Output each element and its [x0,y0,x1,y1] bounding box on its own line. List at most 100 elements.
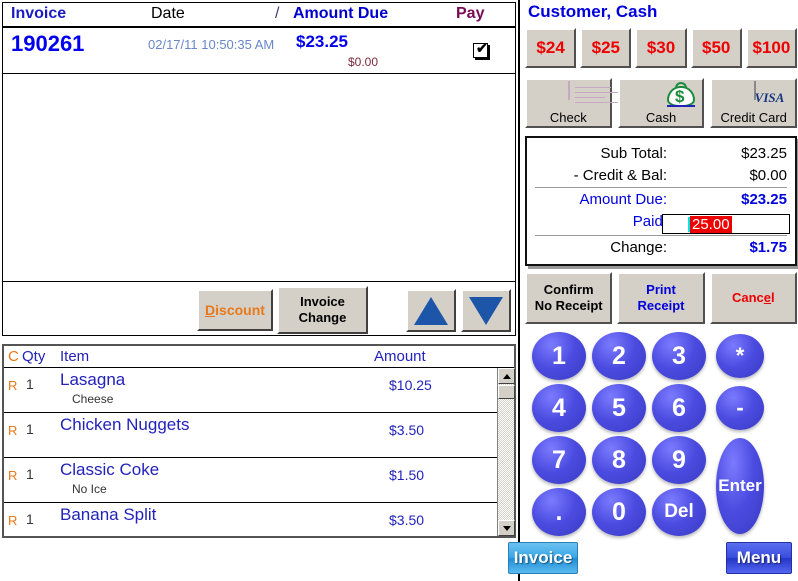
key-minus[interactable]: - [716,386,764,430]
column-header-amount-due: Amount Due [293,5,389,22]
pay-checkbox[interactable]: ✔ [473,40,488,58]
change-value: $1.75 [749,239,787,256]
row-class-marker: R [8,423,18,438]
key-5[interactable]: 5 [592,384,646,432]
row-class-marker: R [8,513,18,528]
amount-due-row: Amount Due: $23.25 [527,190,795,212]
column-header-item-amount: Amount [374,348,426,365]
column-header-qty: Qty [22,348,46,365]
column-header-c: C [8,348,19,365]
scrollbar-down-button[interactable] [498,520,515,536]
pay-with-credit-card-button[interactable]: VISA Credit Card [710,78,798,128]
column-header-item: Item [60,348,90,365]
row-item-note: No Ice [72,482,107,496]
scroll-down-button[interactable] [461,289,511,332]
credit-balance-label: - Credit & Bal: [573,167,667,184]
row-item-amount: $3.50 [389,512,425,528]
checkmark-icon: ✔ [476,40,488,56]
row-qty: 1 [26,376,34,392]
invoice-action-bar: Discount Invoice Change [3,281,515,335]
cancel-button[interactable]: Cancel [709,272,797,324]
table-row[interactable]: R 1 Banana Split $3.50 [4,503,497,536]
totals-panel: Sub Total: $23.25 - Credit & Bal: $0.00 … [525,136,797,266]
quick-cash-24-button[interactable]: $24 [525,28,577,68]
key-9[interactable]: 9 [652,436,706,484]
key-2[interactable]: 2 [592,332,646,380]
divider [535,235,787,236]
menu-nav-button[interactable]: Menu [726,542,792,574]
scrollbar-up-button[interactable] [498,368,515,384]
paid-input[interactable]: 25.00 [662,214,790,234]
quick-cash-100-button[interactable]: $100 [745,28,798,68]
visa-card-icon: VISA [753,81,784,105]
pay-check-label: Check [549,110,587,125]
pay-with-cash-button[interactable]: $ Cash [617,78,705,128]
credit-balance-row: - Credit & Bal: $0.00 [527,166,795,188]
paid-row: Paid: 25.00 [527,212,795,236]
pay-cash-label: Cash [645,110,677,125]
pos-screen: Invoice Date / Amount Due Pay 190261 02/… [0,0,798,581]
caret-up-icon [502,373,511,379]
row-item-name: Classic Coke [60,460,160,479]
table-row[interactable]: R 1 Classic Coke No Ice $1.50 [4,458,497,503]
confirm-no-receipt-button[interactable]: Confirm No Receipt [525,272,613,324]
key-4[interactable]: 4 [532,384,586,432]
invoice-empty-area [3,75,515,281]
key-0[interactable]: 0 [592,488,646,536]
key-6[interactable]: 6 [652,384,706,432]
key-7[interactable]: 7 [532,436,586,484]
cancel-post: l [771,289,775,305]
triangle-up-icon [414,296,448,325]
change-label: Change: [610,239,667,256]
key-8[interactable]: 8 [592,436,646,484]
key-enter[interactable]: Enter [716,438,764,534]
change-row: Change: $1.75 [527,238,795,260]
pay-with-check-button[interactable]: Check [525,78,626,128]
row-item-name: Chicken Nuggets [60,415,190,434]
quick-cash-25-button[interactable]: $25 [580,28,632,68]
key-3[interactable]: 3 [652,332,706,380]
row-item-note: Cheese [72,392,114,406]
line-item-column-headers: C Qty Item Amount [4,346,514,368]
pay-credit-card-label: Credit Card [720,110,787,125]
customer-title: Customer, Cash [528,2,658,21]
discount-accel-letter: D [205,302,216,318]
divider [535,187,787,188]
invoice-panel: Invoice Date / Amount Due Pay 190261 02/… [2,2,516,336]
column-header-invoice: Invoice [11,5,67,22]
invoice-change-button[interactable]: Invoice Change [277,286,368,334]
subtotal-row: Sub Total: $23.25 [527,144,795,166]
discount-button-label: Discount [205,302,265,318]
key-del[interactable]: Del [652,488,706,536]
key-1[interactable]: 1 [532,332,586,380]
discount-button[interactable]: Discount [197,289,273,331]
key-asterisk[interactable]: * [716,334,764,378]
scroll-up-button[interactable] [406,289,456,332]
invoice-number: 190261 [11,31,85,56]
credit-balance-value: $0.00 [749,167,787,184]
paid-input-value: 25.00 [690,215,732,233]
print-line1: Print [646,281,676,297]
scrollbar-thumb[interactable] [498,385,515,399]
row-qty: 1 [26,466,34,482]
payment-method-buttons: Check $ Cash VISA Credit Card [525,78,798,128]
row-qty: 1 [26,511,34,527]
cancel-accel-letter: e [763,289,772,305]
print-receipt-label: Print Receipt [638,282,685,315]
print-receipt-button[interactable]: Print Receipt [617,272,705,324]
confirm-line1: Confirm [543,281,594,297]
triangle-down-icon [469,296,503,325]
payment-pane: Customer, Cash $24 $25 $30 $50 $100 Chec… [518,0,798,581]
amount-due-value: $23.25 [741,191,787,208]
item-list-scrollbar[interactable] [497,368,515,536]
key-decimal[interactable]: . [532,488,586,536]
invoice-row[interactable]: 190261 02/17/11 10:50:35 AM $23.25 $0.00… [3,28,515,74]
confirm-line2: No Receipt [534,298,603,313]
invoice-nav-button[interactable]: Invoice [508,542,578,574]
quick-cash-50-button[interactable]: $50 [690,28,742,68]
table-row[interactable]: R 1 Chicken Nuggets $3.50 [4,413,497,458]
left-pane: Invoice Date / Amount Due Pay 190261 02/… [0,0,518,581]
table-row[interactable]: R 1 Lasagna Cheese $10.25 [4,368,497,413]
quick-cash-30-button[interactable]: $30 [635,28,687,68]
discount-rest-label: iscount [215,302,265,318]
